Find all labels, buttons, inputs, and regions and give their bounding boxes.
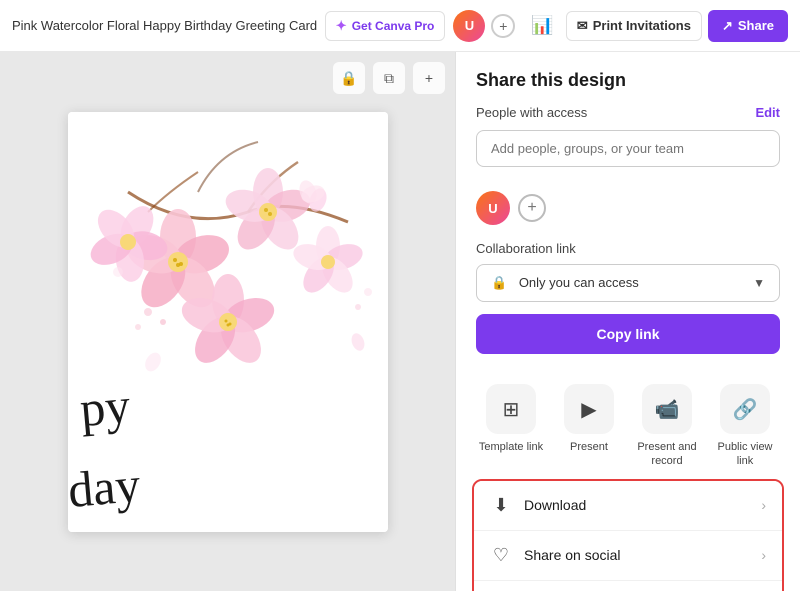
template-link-icon: ⊞ bbox=[486, 384, 536, 434]
present-record-label: Present and record bbox=[632, 440, 702, 469]
share-social-label: Share on social bbox=[524, 547, 621, 563]
chevron-right-icon: › bbox=[761, 497, 766, 513]
share-icon: ↗ bbox=[722, 18, 733, 34]
access-dropdown[interactable]: 🔒 Only you can access ▼ bbox=[476, 264, 780, 302]
people-access-row: People with access Edit bbox=[476, 105, 780, 120]
print-canva-item[interactable]: 🚌 Print with Canva › bbox=[474, 581, 782, 591]
chevron-right-icon-2: › bbox=[761, 547, 766, 563]
canvas-area: 🔒 ⧉ + bbox=[0, 52, 455, 591]
download-icon: ⬇ bbox=[490, 495, 512, 516]
share-panel: Share this design People with access Edi… bbox=[455, 52, 800, 591]
canva-pro-button[interactable]: ✦ Get Canva Pro bbox=[325, 11, 446, 41]
avatar-area: U + bbox=[453, 10, 515, 42]
template-link-label: Template link bbox=[479, 440, 543, 454]
birthday-text: day bbox=[68, 458, 142, 514]
present-record-option[interactable]: 📹 Present and record bbox=[632, 384, 702, 469]
add-tool[interactable]: + bbox=[413, 62, 445, 94]
happy-text: py bbox=[77, 379, 131, 433]
print-icon: ✉ bbox=[577, 18, 588, 34]
share-social-icon: ♡ bbox=[490, 545, 512, 566]
analytics-icon: 📊 bbox=[531, 15, 553, 35]
access-option-text: Only you can access bbox=[519, 275, 639, 290]
canva-pro-label: Get Canva Pro bbox=[352, 19, 435, 33]
download-item[interactable]: ⬇ Download › bbox=[474, 481, 782, 531]
add-team-button[interactable]: + bbox=[491, 14, 515, 38]
crown-icon: ✦ bbox=[336, 18, 347, 34]
share-label: Share bbox=[738, 18, 774, 33]
download-label: Download bbox=[524, 497, 586, 513]
header: Pink Watercolor Floral Happy Birthday Gr… bbox=[0, 0, 800, 52]
lock-tool[interactable]: 🔒 bbox=[333, 62, 365, 94]
avatar[interactable]: U bbox=[453, 10, 485, 42]
share-social-item[interactable]: ♡ Share on social › bbox=[474, 531, 782, 581]
add-people-input[interactable] bbox=[476, 130, 780, 167]
lock-icon: 🔒 bbox=[491, 275, 507, 290]
edit-access-link[interactable]: Edit bbox=[755, 105, 780, 120]
present-label: Present bbox=[570, 440, 608, 454]
public-view-icon: 🔗 bbox=[720, 384, 770, 434]
canvas-toolbar: 🔒 ⧉ + bbox=[333, 62, 445, 94]
copy-tool[interactable]: ⧉ bbox=[373, 62, 405, 94]
public-view-label: Public view link bbox=[710, 440, 780, 469]
design-card: py day bbox=[68, 112, 388, 532]
collaboration-section: Collaboration link 🔒 Only you can access… bbox=[456, 241, 800, 372]
collab-label: Collaboration link bbox=[476, 241, 780, 256]
present-icon: ▶ bbox=[564, 384, 614, 434]
document-title: Pink Watercolor Floral Happy Birthday Gr… bbox=[12, 18, 325, 33]
chevron-down-icon: ▼ bbox=[753, 276, 765, 290]
present-option[interactable]: ▶ Present bbox=[554, 384, 624, 469]
print-label: Print Invitations bbox=[593, 18, 691, 33]
share-button[interactable]: ↗ Share bbox=[708, 10, 788, 42]
avatar-row: U + bbox=[456, 191, 800, 225]
action-list: ⬇ Download › ♡ Share on social › 🚌 Print… bbox=[472, 479, 784, 591]
user-avatar: U bbox=[476, 191, 510, 225]
people-access-label: People with access bbox=[476, 105, 587, 120]
print-invitations-button[interactable]: ✉ Print Invitations bbox=[566, 11, 702, 41]
copy-link-button[interactable]: Copy link bbox=[476, 314, 780, 354]
analytics-button[interactable]: 📊 bbox=[523, 9, 561, 42]
add-member-button[interactable]: + bbox=[518, 194, 546, 222]
present-record-icon: 📹 bbox=[642, 384, 692, 434]
share-panel-title: Share this design bbox=[476, 70, 780, 91]
share-panel-header: Share this design People with access Edi… bbox=[456, 52, 800, 191]
public-view-option[interactable]: 🔗 Public view link bbox=[710, 384, 780, 469]
share-options-grid: ⊞ Template link ▶ Present 📹 Present and … bbox=[456, 372, 800, 469]
template-link-option[interactable]: ⊞ Template link bbox=[476, 384, 546, 469]
